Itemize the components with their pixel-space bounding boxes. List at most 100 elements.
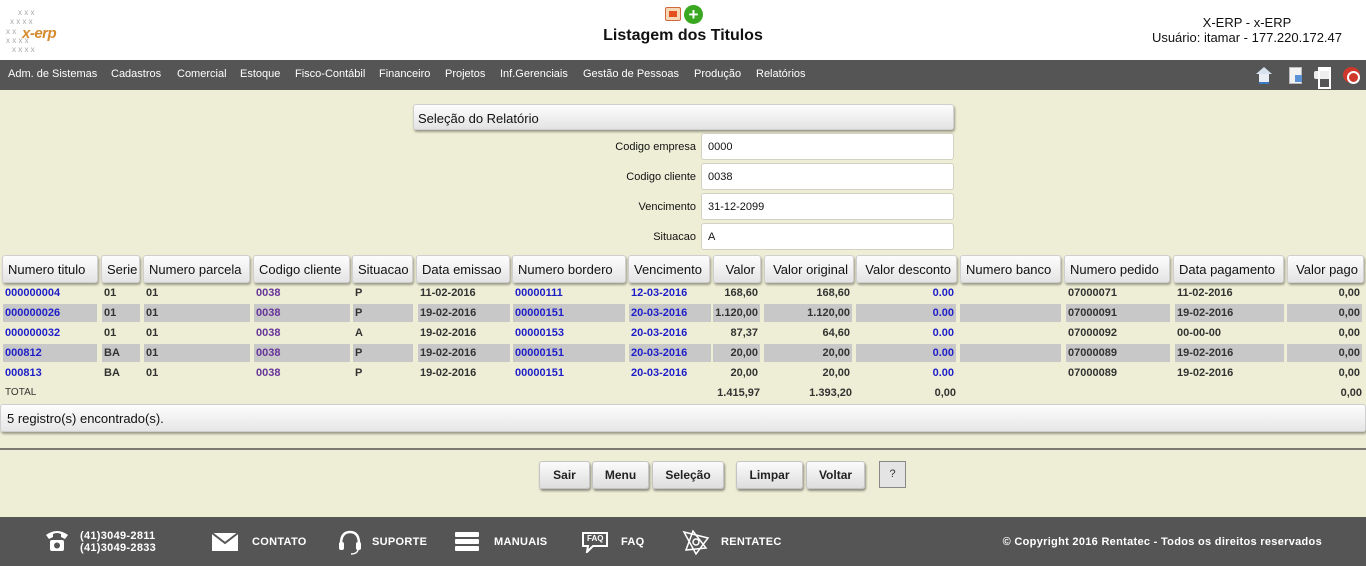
cell-numero-bordero[interactable]: 00000151: [513, 304, 625, 322]
cell-numero-bordero[interactable]: 00000151: [513, 344, 625, 362]
cell-numero-pedido: 07000092: [1068, 327, 1117, 339]
col-valor-desconto[interactable]: Valor desconto: [856, 255, 957, 283]
cell-situacao: P: [353, 304, 413, 322]
total-valor-desconto: 0,00: [934, 387, 956, 399]
col-vencimento[interactable]: Vencimento: [628, 255, 710, 283]
menu-fisco-contabil[interactable]: Fisco-Contábil: [295, 68, 365, 80]
situacao-field[interactable]: A: [701, 223, 954, 250]
cell-codigo-cliente[interactable]: 0038: [254, 284, 350, 302]
faq-icon[interactable]: FAQ: [581, 531, 609, 553]
cell-codigo-cliente[interactable]: 0038: [254, 364, 350, 382]
cell-valor-pago: 0,00: [1338, 287, 1360, 299]
menu-inf-gerenciais[interactable]: Inf.Gerenciais: [500, 68, 568, 80]
cell-data-emissao: 19-02-2016: [418, 344, 510, 362]
print-icon[interactable]: [1314, 67, 1331, 89]
menu-gestao-pessoas[interactable]: Gestão de Pessoas: [583, 68, 679, 80]
col-valor-original[interactable]: Valor original: [764, 255, 854, 283]
rentatec-link[interactable]: RENTATEC: [721, 536, 782, 548]
cell-valor-desconto: 0.00: [856, 304, 956, 322]
cell-vencimento[interactable]: 20-03-2016: [629, 304, 711, 322]
menu-estoque[interactable]: Estoque: [240, 68, 280, 80]
col-serie[interactable]: Serie: [101, 255, 140, 283]
col-codigo-cliente[interactable]: Codigo cliente: [253, 255, 350, 283]
exit-icon[interactable]: [1343, 67, 1360, 84]
cell-serie: 01: [104, 327, 117, 339]
cell-numero-bordero[interactable]: 00000151: [513, 364, 625, 382]
cell-numero-parcela: 01: [144, 344, 250, 362]
menu-producao[interactable]: Produção: [694, 68, 741, 80]
menu-comercial[interactable]: Comercial: [177, 68, 227, 80]
menu-financeiro[interactable]: Financeiro: [379, 68, 430, 80]
col-valor-pago[interactable]: Valor pago: [1287, 255, 1364, 283]
situacao-label: Situacao: [653, 231, 696, 243]
contato-link[interactable]: CONTATO: [252, 536, 307, 548]
cell-situacao: P: [353, 344, 413, 362]
cell-numero-banco: [960, 304, 1061, 322]
codigo-empresa-label: Codigo empresa: [615, 141, 696, 153]
home-icon[interactable]: [1256, 67, 1273, 84]
menu-relatorios[interactable]: Relatórios: [756, 68, 806, 80]
sair-button[interactable]: Sair: [539, 461, 590, 489]
manuais-link[interactable]: MANUAIS: [494, 536, 547, 548]
cell-numero-bordero[interactable]: 00000153: [513, 324, 625, 342]
menu-cadastros[interactable]: Cadastros: [111, 68, 161, 80]
cell-data-emissao: 19-02-2016: [420, 327, 477, 339]
headset-icon[interactable]: [337, 529, 363, 555]
add-icon[interactable]: +: [684, 5, 703, 24]
help-button[interactable]: ?: [879, 461, 906, 488]
records-found-message: 5 registro(s) encontrado(s).: [0, 404, 1366, 432]
cell-valor-desconto: 0.00: [856, 344, 956, 362]
menu-adm-sistemas[interactable]: Adm. de Sistemas: [8, 68, 97, 80]
cell-valor-original: 20,00: [764, 344, 852, 362]
cell-serie: BA: [102, 344, 140, 362]
cell-numero-banco: [960, 364, 1061, 382]
cell-situacao: P: [355, 287, 363, 299]
cell-numero-titulo[interactable]: 000812: [3, 344, 97, 362]
selecao-button[interactable]: Seleção: [652, 461, 724, 489]
suporte-link[interactable]: SUPORTE: [372, 536, 427, 548]
cell-data-pagamento: 19-02-2016: [1175, 304, 1284, 322]
cell-data-emissao: 19-02-2016: [420, 367, 477, 379]
faq-link[interactable]: FAQ: [621, 536, 645, 548]
mail-icon[interactable]: [211, 532, 239, 552]
rentatec-logo-icon[interactable]: [681, 528, 711, 556]
total-valor-pago: 0,00: [1340, 387, 1362, 399]
col-numero-banco[interactable]: Numero banco: [960, 255, 1061, 283]
cell-vencimento[interactable]: 20-03-2016: [629, 344, 711, 362]
col-numero-pedido[interactable]: Numero pedido: [1064, 255, 1170, 283]
codigo-empresa-field[interactable]: 0000: [701, 133, 954, 160]
menu-button[interactable]: Menu: [592, 461, 649, 489]
cell-numero-titulo[interactable]: 000000032: [3, 324, 97, 342]
cell-valor: 20,00: [730, 367, 758, 379]
col-data-pagamento[interactable]: Data pagamento: [1173, 255, 1284, 283]
cell-vencimento[interactable]: 12-03-2016: [629, 284, 711, 302]
phone-numbers: (41)3049-2811 (41)3049-2833: [80, 530, 156, 554]
faq-icon-label: FAQ: [587, 534, 604, 543]
cell-numero-titulo[interactable]: 000000026: [3, 304, 97, 322]
document-icon[interactable]: [1287, 67, 1304, 84]
cell-valor-original: 64,60: [822, 327, 850, 339]
cell-vencimento[interactable]: 20-03-2016: [629, 364, 711, 382]
limpar-button[interactable]: Limpar: [736, 461, 803, 489]
cell-numero-titulo[interactable]: 000000004: [3, 284, 97, 302]
menu-projetos[interactable]: Projetos: [445, 68, 485, 80]
report-icon[interactable]: [665, 7, 681, 21]
voltar-button[interactable]: Voltar: [806, 461, 865, 489]
cell-situacao: P: [355, 367, 363, 379]
col-numero-bordero[interactable]: Numero bordero: [512, 255, 626, 283]
col-data-emissao[interactable]: Data emissao: [416, 255, 510, 283]
vencimento-field[interactable]: 31-12-2099: [701, 193, 954, 220]
cell-codigo-cliente[interactable]: 0038: [254, 304, 350, 322]
books-icon[interactable]: [453, 530, 481, 554]
selection-panel-title: Seleção do Relatório: [413, 104, 954, 130]
cell-codigo-cliente[interactable]: 0038: [254, 324, 350, 342]
col-numero-parcela[interactable]: Numero parcela: [143, 255, 250, 283]
cell-numero-bordero[interactable]: 00000111: [513, 284, 625, 302]
cell-codigo-cliente[interactable]: 0038: [254, 344, 350, 362]
col-situacao[interactable]: Situacao: [352, 255, 413, 283]
codigo-cliente-field[interactable]: 0038: [701, 163, 954, 190]
col-numero-titulo[interactable]: Numero titulo: [2, 255, 98, 283]
col-valor[interactable]: Valor: [713, 255, 761, 283]
cell-vencimento[interactable]: 20-03-2016: [629, 324, 711, 342]
cell-numero-titulo[interactable]: 000813: [3, 364, 97, 382]
